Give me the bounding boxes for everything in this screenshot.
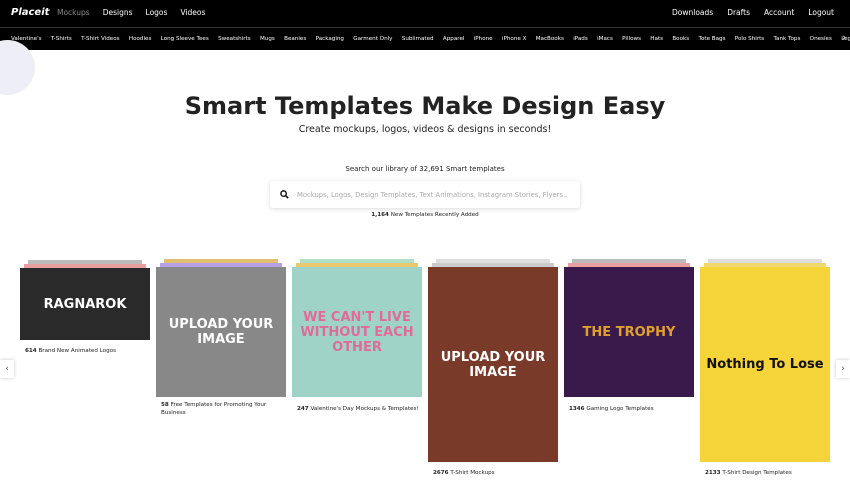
category-item[interactable]: Garment Only: [353, 36, 392, 42]
search-input[interactable]: [297, 190, 567, 199]
placeit-logo[interactable]: Placeit: [11, 7, 49, 18]
nav-logos[interactable]: Logos: [146, 8, 168, 17]
card-caption[interactable]: 247 Valentine's Day Mockups & Templates!: [297, 406, 422, 414]
card-caption[interactable]: 58 Free Templates for Promoting Your Bus…: [161, 402, 286, 417]
category-item[interactable]: Beanies: [284, 36, 306, 42]
category-item[interactable]: iPhone: [474, 36, 493, 42]
carousel-next-button[interactable]: ›: [836, 360, 850, 378]
card-caption[interactable]: 1346 Gaming Logo Templates: [569, 406, 694, 414]
card-image-text: RAGNAROK: [43, 296, 127, 312]
category-item[interactable]: Packaging: [316, 36, 344, 42]
category-bar: Valentine's T-Shirts T-Shirt Videos Hoodies…: [0, 27, 850, 50]
chevron-right-icon[interactable]: ›: [842, 33, 846, 43]
page-title: Smart Templates Make Design Easy: [184, 92, 666, 120]
category-item[interactable]: iPhone X: [502, 36, 527, 42]
nav-designs[interactable]: Designs: [103, 8, 133, 17]
card-count: 1346: [569, 406, 585, 412]
category-item[interactable]: MacBooks: [536, 36, 564, 42]
card-count: 2676: [433, 470, 449, 476]
category-item[interactable]: Onesies: [810, 36, 832, 42]
category-item[interactable]: Apparel: [443, 36, 465, 42]
card-label: T-Shirt Mockups: [450, 470, 495, 476]
nav-mockups[interactable]: Mockups: [57, 8, 90, 17]
category-item[interactable]: Long Sleeve Tees: [161, 36, 209, 42]
category-item[interactable]: Sublimated: [402, 36, 434, 42]
page-subtitle: Create mockups, logos, videos & designs …: [298, 124, 552, 135]
category-item[interactable]: Tote Bags: [698, 36, 725, 42]
category-item[interactable]: iMacs: [597, 36, 613, 42]
nav-account[interactable]: Account: [764, 8, 794, 17]
card-label: Valentine's Day Mockups & Templates!: [310, 406, 419, 412]
added-text: New Templates Recently Added: [390, 212, 479, 218]
card-count: 58: [161, 402, 169, 408]
category-item[interactable]: T-Shirt Videos: [81, 36, 119, 42]
card-label: Free Templates for Promoting Your Busine…: [161, 402, 267, 416]
card-image[interactable]: UPLOAD YOUR IMAGE: [156, 267, 286, 397]
card-count: 2133: [705, 470, 721, 476]
library-text: Search our library of 32,691 Smart templ…: [345, 165, 505, 173]
card-image[interactable]: RAGNAROK: [20, 268, 150, 340]
search-icon: [280, 190, 289, 199]
card-count: 614: [25, 348, 37, 354]
card-image-text: THE TROPHY: [582, 324, 676, 340]
category-item[interactable]: Books: [672, 36, 689, 42]
search-box: [270, 181, 580, 208]
logo-text: Placeit: [11, 7, 50, 18]
main-nav: Mockups Designs Logos Videos: [57, 8, 205, 17]
category-item[interactable]: Pillows: [622, 36, 641, 42]
category-item[interactable]: T-Shirts: [51, 36, 72, 42]
card-caption[interactable]: 614 Brand New Animated Logos: [25, 348, 150, 356]
nav-videos[interactable]: Videos: [180, 8, 205, 17]
carousel-prev-button[interactable]: ‹: [0, 360, 14, 378]
nav-downloads[interactable]: Downloads: [672, 8, 713, 17]
category-item[interactable]: iPads: [573, 36, 588, 42]
card-caption[interactable]: 2676 T-Shirt Mockups: [433, 470, 558, 478]
top-navbar: Placeit Mockups Designs Logos Videos Dow…: [0, 0, 850, 27]
card-image[interactable]: WE CAN'T LIVE WITHOUT EACH OTHER: [292, 267, 422, 397]
card-label: Gaming Logo Templates: [586, 406, 654, 412]
nav-drafts[interactable]: Drafts: [727, 8, 750, 17]
user-nav: Downloads Drafts Account Logout: [672, 8, 834, 17]
card-image-text: UPLOAD YOUR IMAGE: [168, 317, 274, 347]
card-image[interactable]: UPLOAD YOUR IMAGE: [428, 267, 558, 462]
nav-logout[interactable]: Logout: [808, 8, 834, 17]
card-image-text: UPLOAD YOUR IMAGE: [440, 349, 546, 380]
category-item[interactable]: Mugs: [260, 36, 275, 42]
card-label: T-Shirt Design Templates: [722, 470, 792, 476]
card-count: 247: [297, 406, 309, 412]
card-image[interactable]: THE TROPHY: [564, 267, 694, 397]
recently-added: 1,164 New Templates Recently Added: [0, 212, 850, 218]
card-caption[interactable]: 2133 T-Shirt Design Templates: [705, 470, 830, 478]
card-image-text: Nothing To Lose: [706, 357, 824, 372]
added-count: 1,164: [371, 212, 389, 218]
category-item[interactable]: Hats: [650, 36, 663, 42]
category-item[interactable]: Polo Shirts: [735, 36, 764, 42]
category-item[interactable]: Tank Tops: [774, 36, 801, 42]
card-image-text: WE CAN'T LIVE WITHOUT EACH OTHER: [300, 309, 414, 355]
category-item[interactable]: Hoodies: [129, 36, 152, 42]
card-image[interactable]: Nothing To Lose: [700, 267, 830, 462]
category-item[interactable]: Sweatshirts: [218, 36, 251, 42]
card-label: Brand New Animated Logos: [38, 348, 116, 354]
